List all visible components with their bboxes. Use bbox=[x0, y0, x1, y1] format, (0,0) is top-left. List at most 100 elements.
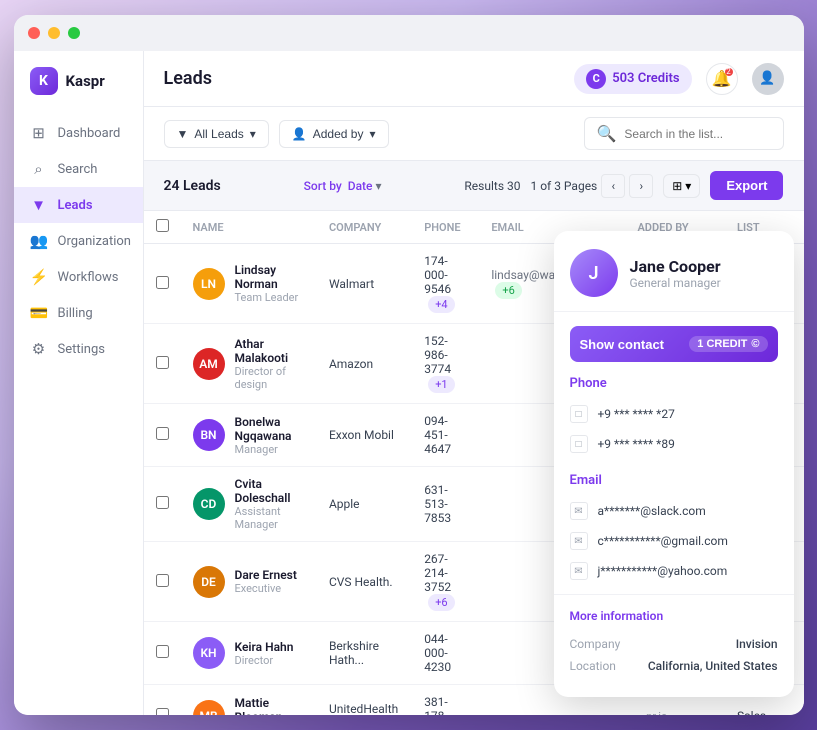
credits-badge[interactable]: C 503 Credits bbox=[574, 64, 691, 94]
added-by-filter[interactable]: 👤 Added by ▾ bbox=[279, 120, 389, 148]
location-row: Location California, United States bbox=[570, 655, 778, 677]
popup-header: J Jane Cooper General manager bbox=[554, 231, 794, 312]
row-checkbox[interactable] bbox=[156, 427, 169, 440]
email-value-3: j***********@yahoo.com bbox=[598, 564, 728, 578]
view-toggle[interactable]: ⊞ ▾ bbox=[663, 174, 700, 198]
person-name: Bonelwa Ngqawana bbox=[235, 415, 305, 443]
person-role: Team Leader bbox=[235, 291, 305, 304]
company-cell: Exxon Mobil bbox=[317, 404, 412, 467]
maximize-dot[interactable] bbox=[68, 27, 80, 39]
sort-label: Sort by bbox=[304, 179, 342, 193]
results-select[interactable]: Results 30 bbox=[464, 179, 520, 193]
email-checkbox-3[interactable]: ✉ bbox=[570, 562, 588, 580]
row-checkbox[interactable] bbox=[156, 356, 169, 369]
more-info-title: More information bbox=[570, 609, 778, 623]
row-checkbox[interactable] bbox=[156, 708, 169, 715]
logo-icon: K bbox=[30, 67, 58, 95]
phone-cell: 174-000-9546 +4 bbox=[412, 244, 479, 324]
search-box[interactable]: 🔍 bbox=[584, 117, 784, 150]
right-controls: Results 30 1 of 3 Pages ‹ › ⊞ ▾ Export bbox=[464, 171, 783, 200]
person-role: Assistant Manager bbox=[235, 505, 305, 531]
person-name: Athar Malakooti bbox=[235, 337, 305, 365]
leads-icon: ▼ bbox=[30, 196, 48, 214]
sidebar-item-organization-label: Organization bbox=[58, 234, 131, 249]
table-header-bar: 24 Leads Sort by Date ▾ Results 30 1 of … bbox=[144, 161, 804, 211]
filter-icon: ▼ bbox=[177, 127, 189, 141]
credit-label: 1 CREDIT bbox=[697, 338, 747, 350]
sidebar-item-dashboard[interactable]: ⊞ Dashboard bbox=[14, 115, 143, 151]
phone-extra-badge: +6 bbox=[428, 594, 454, 611]
user-avatar[interactable]: 👤 bbox=[752, 63, 784, 95]
credits-label: 503 Credits bbox=[612, 71, 679, 86]
email-checkbox-1[interactable]: ✉ bbox=[570, 502, 588, 520]
credit-tag: 1 CREDIT © bbox=[689, 336, 767, 352]
person-role: Director of design bbox=[235, 365, 305, 391]
select-all-checkbox[interactable] bbox=[156, 219, 169, 232]
sort-value: Date bbox=[348, 179, 373, 193]
company-value: Invision bbox=[736, 637, 778, 651]
col-phone: PHONE bbox=[412, 211, 479, 244]
export-button[interactable]: Export bbox=[710, 171, 783, 200]
contact-role: General manager bbox=[630, 276, 721, 290]
sidebar-item-workflows-label: Workflows bbox=[58, 270, 119, 285]
phone-cell: 152-986-3774 +1 bbox=[412, 324, 479, 404]
all-leads-filter[interactable]: ▼ All Leads ▾ bbox=[164, 120, 269, 148]
page-title: Leads bbox=[164, 68, 212, 89]
app-window: K Kaspr ⊞ Dashboard ⌕ Search ▼ Leads 👥 O… bbox=[14, 15, 804, 715]
phone-cell: 094-451-4647 bbox=[412, 404, 479, 467]
company-cell: Amazon bbox=[317, 324, 412, 404]
organization-icon: 👥 bbox=[30, 232, 48, 250]
search-icon: ⌕ bbox=[30, 160, 48, 178]
credits-icon: C bbox=[586, 69, 606, 89]
phone-extra-badge: +1 bbox=[428, 376, 454, 393]
sidebar-item-billing[interactable]: 💳 Billing bbox=[14, 295, 143, 331]
next-page-button[interactable]: › bbox=[629, 174, 653, 198]
sidebar-item-leads[interactable]: ▼ Leads bbox=[14, 187, 143, 223]
avatar: LN bbox=[193, 268, 225, 300]
prev-page-button[interactable]: ‹ bbox=[601, 174, 625, 198]
row-checkbox[interactable] bbox=[156, 574, 169, 587]
sidebar-item-dashboard-label: Dashboard bbox=[58, 126, 121, 141]
avatar: CD bbox=[193, 488, 225, 520]
person-cell: KH Keira Hahn Director bbox=[193, 637, 305, 669]
email-item-2[interactable]: ✉ c***********@gmail.com bbox=[554, 526, 794, 556]
phone-item-2[interactable]: □ +9 *** **** *89 bbox=[554, 429, 794, 459]
minimize-dot[interactable] bbox=[48, 27, 60, 39]
phone-checkbox-1[interactable]: □ bbox=[570, 405, 588, 423]
phone-item-1[interactable]: □ +9 *** **** *27 bbox=[554, 399, 794, 429]
email-item-1[interactable]: ✉ a*******@slack.com bbox=[554, 496, 794, 526]
sidebar-item-settings[interactable]: ⚙ Settings bbox=[14, 331, 143, 367]
close-dot[interactable] bbox=[28, 27, 40, 39]
sidebar-item-settings-label: Settings bbox=[58, 342, 105, 357]
person-role: Manager bbox=[235, 443, 305, 456]
row-checkbox[interactable] bbox=[156, 496, 169, 509]
contact-avatar: J bbox=[570, 249, 618, 297]
sort-by[interactable]: Sort by Date ▾ bbox=[304, 179, 382, 193]
sidebar-item-search[interactable]: ⌕ Search bbox=[14, 151, 143, 187]
search-input[interactable] bbox=[624, 127, 770, 141]
show-contact-button[interactable]: Show contact 1 CREDIT © bbox=[570, 326, 778, 362]
sidebar-item-organization[interactable]: 👥 Organization bbox=[14, 223, 143, 259]
avatar: BN bbox=[193, 419, 225, 451]
person-cell: CD Cvita Doleschall Assistant Manager bbox=[193, 477, 305, 531]
row-checkbox[interactable] bbox=[156, 276, 169, 289]
sidebar-item-leads-label: Leads bbox=[58, 198, 93, 213]
billing-icon: 💳 bbox=[30, 304, 48, 322]
added-by-label: Added by bbox=[313, 127, 364, 141]
title-bar bbox=[14, 15, 804, 51]
phone-checkbox-2[interactable]: □ bbox=[570, 435, 588, 453]
sidebar-item-workflows[interactable]: ⚡ Workflows bbox=[14, 259, 143, 295]
email-checkbox-2[interactable]: ✉ bbox=[570, 532, 588, 550]
person-name: Mattie Blooman bbox=[235, 696, 305, 716]
table-area: NAME COMPANY PHONE EMAIL ADDED BY LIST L… bbox=[144, 211, 804, 715]
toolbar: ▼ All Leads ▾ 👤 Added by ▾ 🔍 bbox=[144, 107, 804, 161]
company-cell: Walmart bbox=[317, 244, 412, 324]
filter-chevron-icon: ▾ bbox=[250, 127, 256, 141]
row-checkbox[interactable] bbox=[156, 645, 169, 658]
more-info-section: More information Company Invision Locati… bbox=[554, 594, 794, 677]
user-icon: 👤 bbox=[759, 71, 775, 86]
notifications-button[interactable]: 🔔 2 bbox=[706, 63, 738, 95]
email-item-3[interactable]: ✉ j***********@yahoo.com bbox=[554, 556, 794, 586]
email-value-2: c***********@gmail.com bbox=[598, 534, 728, 548]
added-by-email: ...pr.io bbox=[637, 710, 713, 716]
